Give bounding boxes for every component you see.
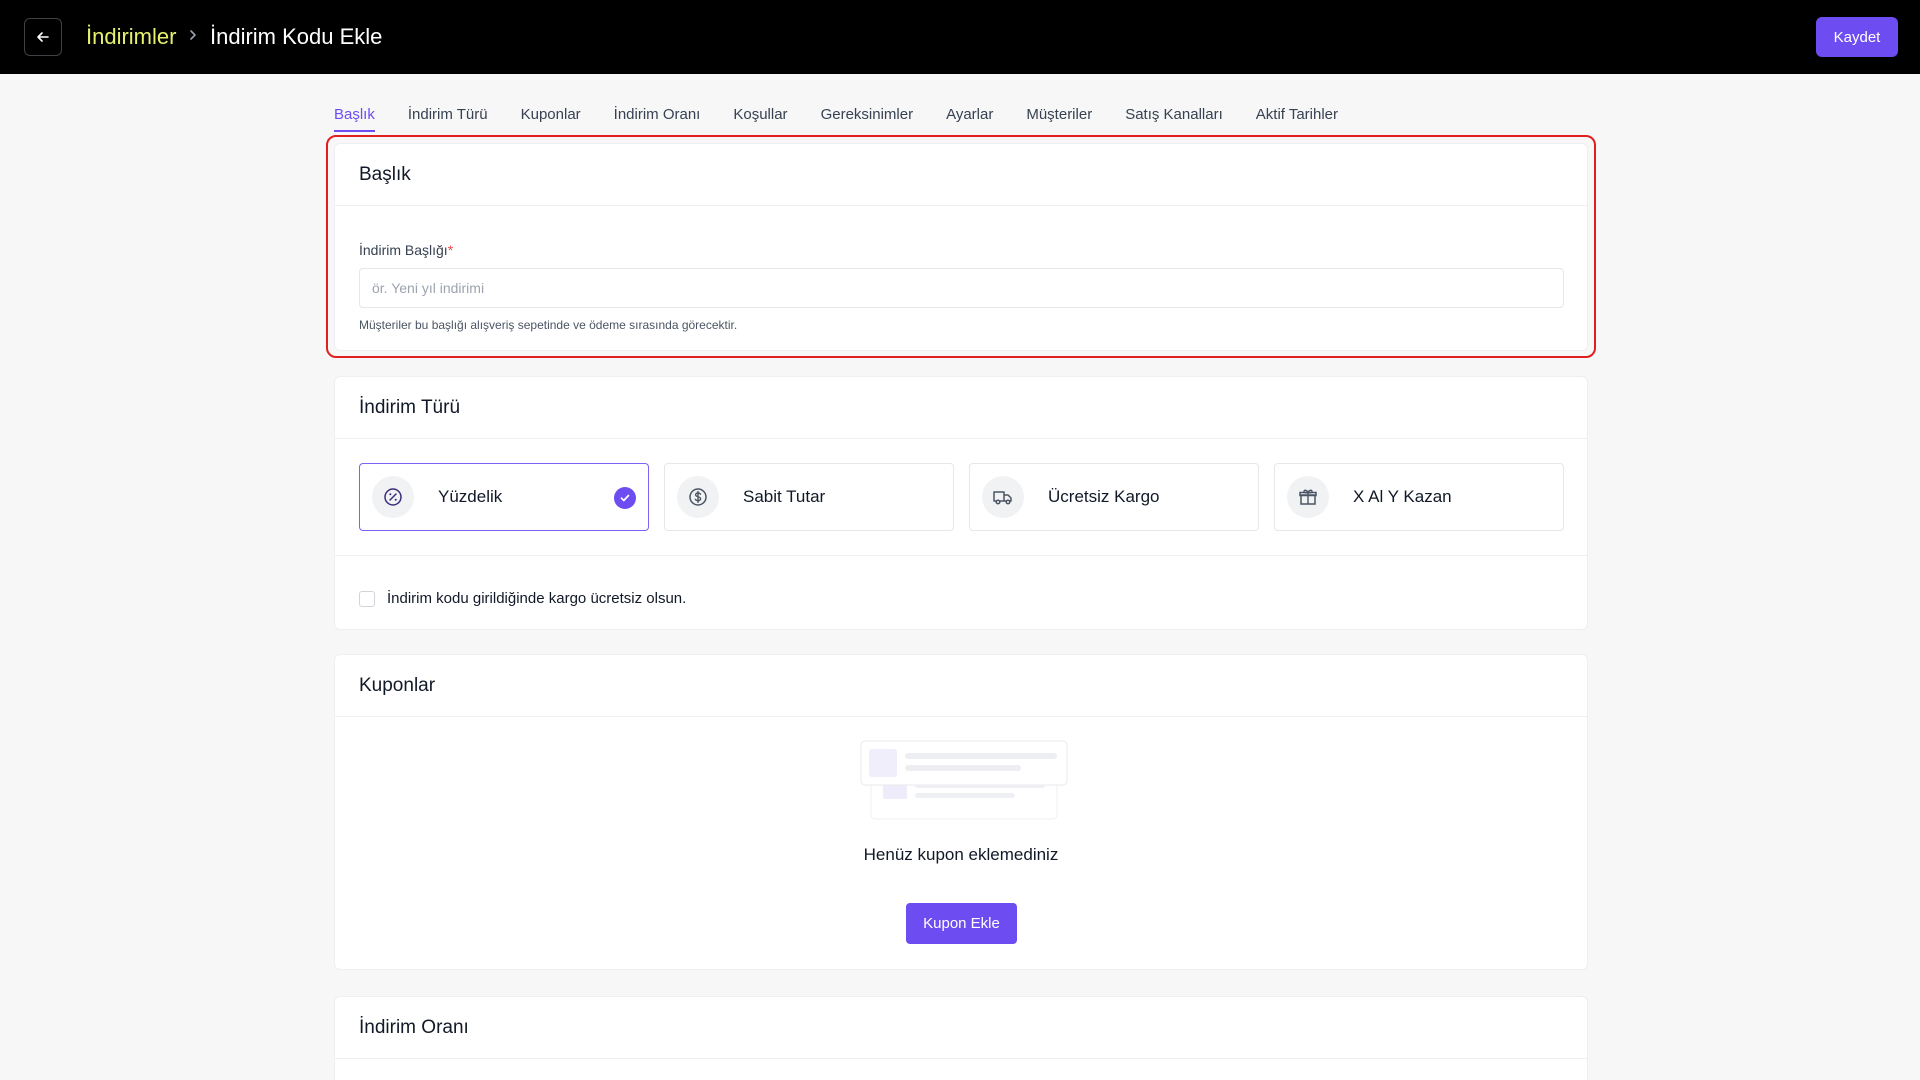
tab-baslik[interactable]: Başlık: [334, 106, 375, 132]
empty-coupons-text: Henüz kupon eklemediniz: [863, 845, 1059, 864]
focus-highlight: [326, 135, 1596, 358]
dollar-icon: [677, 476, 719, 518]
save-button[interactable]: Kaydet: [1816, 17, 1898, 57]
gift-icon: [1287, 476, 1329, 518]
free-shipping-checkbox[interactable]: [359, 591, 375, 607]
type-option-fixed-amount[interactable]: Sabit Tutar: [664, 463, 954, 531]
type-option-label: Yüzdelik: [438, 487, 503, 506]
tab-indirim-turu[interactable]: İndirim Türü: [408, 106, 488, 132]
type-option-buy-x-get-y[interactable]: X Al Y Kazan: [1274, 463, 1564, 531]
arrow-left-icon: [37, 32, 49, 42]
divider: [335, 555, 1587, 556]
breadcrumb-parent-link[interactable]: İndirimler: [86, 24, 176, 50]
tab-kosullar[interactable]: Koşullar: [733, 106, 787, 132]
coupons-card: Kuponlar Henüz kupon eklemediniz Kupon E…: [334, 654, 1588, 970]
check-icon: [614, 487, 636, 509]
discount-type-card: İndirim Türü Yüzdelik Sabit Tutar Ücrets…: [334, 376, 1588, 630]
discount-rate-card: İndirim Oranı: [334, 996, 1588, 1080]
discount-type-heading: İndirim Türü: [335, 377, 1587, 439]
discount-type-options: Yüzdelik Sabit Tutar Ücretsiz Kargo X Al…: [359, 463, 1564, 531]
truck-icon: [982, 476, 1024, 518]
percent-icon: [372, 476, 414, 518]
tab-satis-kanallari[interactable]: Satış Kanalları: [1125, 106, 1223, 132]
type-option-label: X Al Y Kazan: [1353, 487, 1452, 506]
type-option-label: Ücretsiz Kargo: [1048, 487, 1160, 506]
type-option-percentage[interactable]: Yüzdelik: [359, 463, 649, 531]
type-option-free-shipping[interactable]: Ücretsiz Kargo: [969, 463, 1259, 531]
tab-kuponlar[interactable]: Kuponlar: [521, 106, 581, 132]
section-tabs: Başlık İndirim Türü Kuponlar İndirim Ora…: [334, 106, 1338, 132]
top-bar: İndirimler İndirim Kodu Ekle Kaydet: [0, 0, 1920, 74]
back-button[interactable]: [24, 18, 62, 56]
tab-musteriler[interactable]: Müşteriler: [1026, 106, 1092, 132]
free-shipping-checkbox-label: İndirim kodu girildiğinde kargo ücretsiz…: [387, 590, 687, 607]
add-coupon-button[interactable]: Kupon Ekle: [906, 903, 1017, 944]
type-option-label: Sabit Tutar: [743, 487, 826, 506]
coupons-heading: Kuponlar: [335, 655, 1587, 717]
chevron-right-icon: [190, 30, 196, 40]
empty-coupons-illustration: [860, 740, 1068, 820]
tab-gereksinimler[interactable]: Gereksinimler: [821, 106, 914, 132]
tab-indirim-orani[interactable]: İndirim Oranı: [614, 106, 701, 132]
page-title: İndirim Kodu Ekle: [210, 24, 383, 49]
tab-ayarlar[interactable]: Ayarlar: [946, 106, 993, 132]
discount-rate-heading: İndirim Oranı: [335, 997, 1587, 1059]
tab-aktif-tarihler[interactable]: Aktif Tarihler: [1256, 106, 1338, 132]
